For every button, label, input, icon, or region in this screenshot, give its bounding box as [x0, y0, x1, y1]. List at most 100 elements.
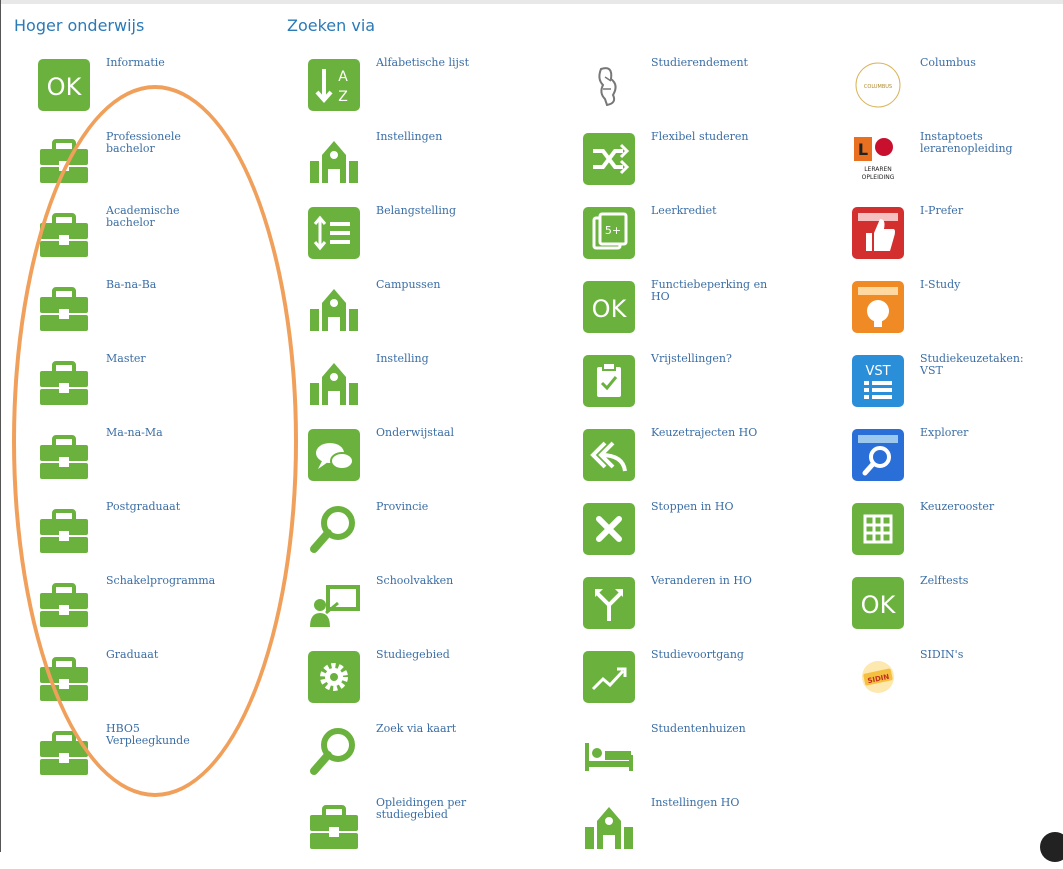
link-label: Postgraduaat — [106, 500, 181, 513]
link-veranderen-in-ho[interactable]: Veranderen in HO — [583, 573, 843, 647]
link-functiebeperking-en-ho[interactable]: OK Functiebeperking en HO — [583, 277, 843, 351]
link-informatie[interactable]: OK Informatie — [38, 55, 298, 129]
svg-text:L: L — [858, 140, 868, 159]
link-instellingen-ho[interactable]: Instellingen HO — [583, 795, 843, 869]
sort-az-icon: AZ — [308, 59, 360, 111]
link-label: Provincie — [376, 500, 429, 513]
link-label: HBO5 Verpleegkunde — [106, 722, 190, 747]
link-label: Keuzerooster — [920, 500, 995, 513]
link-provincie[interactable]: Provincie — [308, 499, 568, 573]
link-label: Graduaat — [106, 648, 159, 661]
svg-text:OK: OK — [861, 591, 897, 619]
link-keuzerooster[interactable]: Keuzerooster — [852, 499, 1063, 573]
briefcase-icon — [40, 287, 88, 331]
teacher-board-icon — [310, 585, 360, 627]
link-campussen[interactable]: Campussen — [308, 277, 568, 351]
link-ba-na-ba[interactable]: Ba-na-Ba — [38, 277, 298, 351]
link-label: Instelling — [376, 352, 429, 365]
link-vrijstellingen[interactable]: Vrijstellingen? — [583, 351, 843, 425]
link-label: Instellingen HO — [651, 796, 740, 809]
link-label: Explorer — [920, 426, 969, 439]
link-label: Informatie — [106, 56, 165, 69]
clipboard-check-icon — [583, 355, 635, 407]
link-studierendement[interactable]: Studierendement — [583, 55, 843, 129]
svg-text:COLUMBUS: COLUMBUS — [864, 84, 892, 90]
link-flexibel-studeren[interactable]: Flexibel studeren — [583, 129, 843, 203]
trend-chart-icon — [583, 651, 635, 703]
column-zoeken-via-3: COLUMBUS Columbus L LERAREN OPLEIDING Instapt… — [852, 55, 1063, 721]
link-label: Schoolvakken — [376, 574, 454, 587]
link-zoek-via-kaart[interactable]: Zoek via kaart — [308, 721, 568, 795]
briefcase-icon — [40, 213, 88, 257]
link-studentenhuizen[interactable]: Studentenhuizen — [583, 721, 843, 795]
link-label: Campussen — [376, 278, 441, 291]
link-i-prefer[interactable]: I-Prefer — [852, 203, 1063, 277]
credit-stack-icon: 5+ — [583, 207, 635, 259]
link-studiekeuzetaken-vst[interactable]: VST Studiekeuzetaken: VST — [852, 351, 1063, 425]
building-icon — [310, 363, 358, 405]
link-hbo5-verpleegkunde[interactable]: HBO5 Verpleegkunde — [38, 721, 298, 795]
link-label: Instaptoets lerarenopleiding — [920, 130, 1013, 155]
svg-text:OK: OK — [47, 73, 83, 101]
svg-text:A: A — [338, 69, 348, 85]
link-ma-na-ma[interactable]: Ma-na-Ma — [38, 425, 298, 499]
link-studievoortgang[interactable]: Studievoortgang — [583, 647, 843, 721]
link-label: Opleidingen per studiegebied — [376, 796, 467, 821]
link-graduaat[interactable]: Graduaat — [38, 647, 298, 721]
link-label: Studiekeuzetaken: VST — [920, 352, 1024, 377]
link-sidin-s[interactable]: SIDIN SIDIN's — [852, 647, 1063, 721]
shuffle-icon — [583, 133, 635, 185]
link-alfabetische-lijst[interactable]: A Z Alfabetische lijst — [308, 55, 568, 129]
briefcase-icon — [40, 361, 88, 405]
section-title-hoger-onderwijs: Hoger onderwijs — [14, 16, 145, 35]
column-hoger-onderwijs: OK Informatie Professionele bachelor Academ… — [38, 55, 298, 795]
briefcase-icon — [40, 509, 88, 553]
link-leerkrediet[interactable]: 5+ Leerkrediet — [583, 203, 843, 277]
svg-text:VST: VST — [865, 364, 890, 379]
link-opleidingen-per-studiegebied[interactable]: Opleidingen per studiegebied — [308, 795, 568, 869]
link-label: Schakelprogramma — [106, 574, 216, 587]
section-title-zoeken-via: Zoeken via — [287, 16, 376, 35]
link-instelling[interactable]: Instelling — [308, 351, 568, 425]
link-explorer[interactable]: Explorer — [852, 425, 1063, 499]
link-belangstelling[interactable]: Belangstelling — [308, 203, 568, 277]
link-label: Studierendement — [651, 56, 748, 69]
link-instaptoets-lerarenopleiding[interactable]: L LERAREN OPLEIDING Instaptoets lerarenople… — [852, 129, 1063, 203]
link-professionele-bachelor[interactable]: Professionele bachelor — [38, 129, 298, 203]
flemish-lion-icon — [598, 67, 617, 107]
link-columbus[interactable]: COLUMBUS Columbus — [852, 55, 1063, 129]
link-label: Functiebeperking en HO — [651, 278, 768, 303]
thumbs-up-icon — [852, 207, 904, 259]
briefcase-icon — [40, 435, 88, 479]
link-onderwijstaal[interactable]: Onderwijstaal — [308, 425, 568, 499]
column-zoeken-via-1: A Z Alfabetische lijst Instellingen Belangst… — [308, 55, 568, 869]
vst-list-icon: VST — [852, 355, 904, 407]
link-label: Keuzetrajecten HO — [651, 426, 758, 439]
link-instellingen[interactable]: Instellingen — [308, 129, 568, 203]
link-i-study[interactable]: I-Study — [852, 277, 1063, 351]
magnifier-icon — [310, 728, 355, 775]
split-arrow-icon — [583, 577, 635, 629]
svg-text:Z: Z — [338, 89, 348, 105]
link-keuzetrajecten-ho[interactable]: Keuzetrajecten HO — [583, 425, 843, 499]
ok-icon: OK — [38, 59, 90, 111]
link-postgraduaat[interactable]: Postgraduaat — [38, 499, 298, 573]
link-label: Belangstelling — [376, 204, 457, 217]
link-label: Studentenhuizen — [651, 722, 746, 735]
ilo-logo-icon: L LERARENOPLEIDING — [854, 137, 895, 181]
link-studiegebied[interactable]: Studiegebied — [308, 647, 568, 721]
link-schoolvakken[interactable]: Schoolvakken — [308, 573, 568, 647]
link-master[interactable]: Master — [38, 351, 298, 425]
sidins-logo-icon: SIDIN — [862, 661, 894, 693]
briefcase-icon — [40, 731, 88, 775]
ok-icon: OK — [852, 577, 904, 629]
link-schakelprogramma[interactable]: Schakelprogramma — [38, 573, 298, 647]
lightbulb-icon — [852, 281, 904, 333]
link-zelftests[interactable]: OK Zelftests — [852, 573, 1063, 647]
link-stoppen-in-ho[interactable]: Stoppen in HO — [583, 499, 843, 573]
gear-icon — [308, 651, 360, 703]
building-icon — [585, 807, 633, 849]
explorer-magnifier-icon — [852, 429, 904, 481]
link-academische-bachelor[interactable]: Academische bachelor — [38, 203, 298, 277]
link-label: Ba-na-Ba — [106, 278, 157, 291]
